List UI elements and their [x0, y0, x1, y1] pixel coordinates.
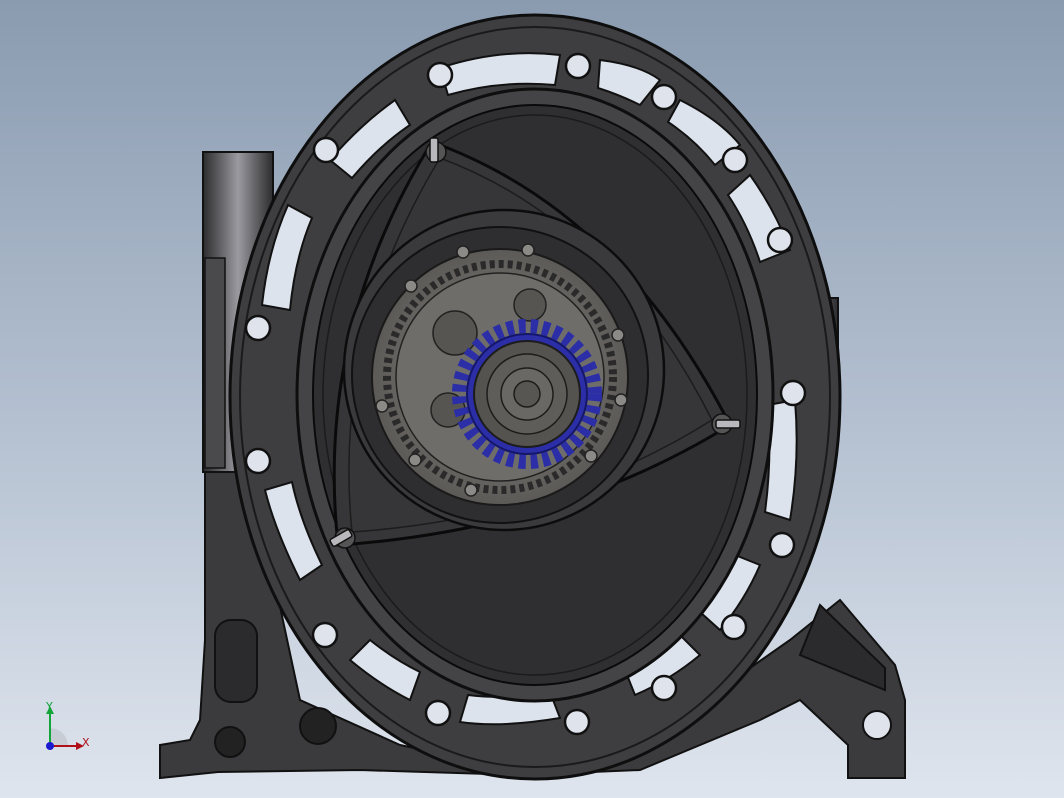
foot-hole-left	[214, 726, 246, 758]
foot-hole-mid	[299, 707, 337, 745]
triad-x-label: X	[82, 736, 90, 749]
graphics-viewport[interactable]: X Y	[0, 0, 1064, 798]
foot-hole-right	[862, 710, 892, 740]
triad-y-label: Y	[46, 700, 53, 713]
left-side-slot	[204, 257, 226, 469]
gear-lightening-hole-a	[432, 310, 478, 356]
triad-z-origin	[46, 742, 54, 750]
gear-lightening-hole-b	[513, 288, 547, 322]
eccentric-shaft-bore	[513, 380, 541, 408]
foot-slot-left	[214, 619, 258, 703]
rotary-engine-model[interactable]	[0, 0, 1064, 798]
